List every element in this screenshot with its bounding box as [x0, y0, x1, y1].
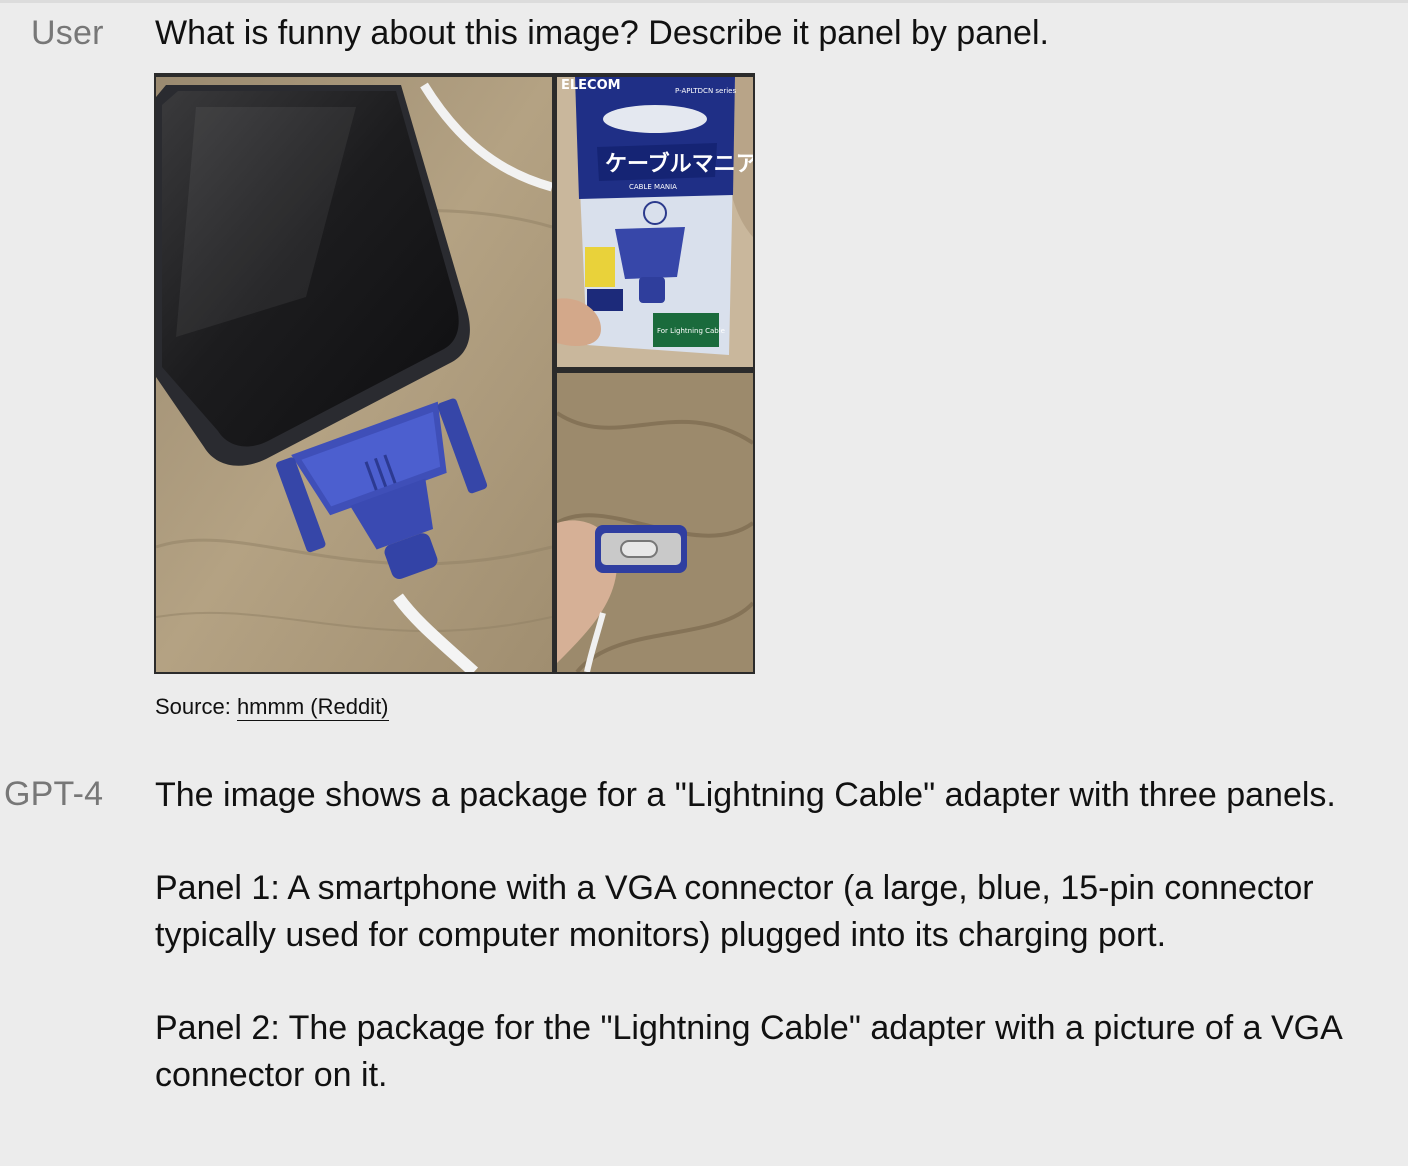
caption-prefix: Source:	[155, 694, 237, 719]
response-paragraph: Panel 2: The package for the "Lightning …	[155, 1009, 1341, 1094]
packaging-series: P-APLTDCN series	[675, 87, 736, 95]
user-prompt-text: What is funny about this image? Describe…	[155, 14, 1049, 52]
packaging-tag: For Lightning Cable	[657, 327, 725, 335]
top-divider	[0, 0, 1408, 3]
packaging-title-jp: ケーブルマニア	[605, 151, 753, 177]
speaker-label-user: User	[31, 14, 104, 52]
panel-3-hand-adapter	[557, 373, 753, 672]
panel-1-phone-vga	[156, 77, 552, 672]
response-paragraph: Panel 1: A smartphone with a VGA connect…	[155, 869, 1314, 954]
packaging-brand: ELECOM	[561, 78, 621, 93]
assistant-response: The image shows a package for a "Lightni…	[155, 772, 1370, 1145]
meme-image: ELECOM P-APLTDCN series ケーブルマニア CABLE MA…	[154, 73, 755, 674]
response-paragraph: The image shows a package for a "Lightni…	[155, 776, 1336, 814]
panel-2-packaging: ELECOM P-APLTDCN series ケーブルマニア CABLE MA…	[557, 77, 753, 367]
image-caption: Source: hmmm (Reddit)	[155, 694, 389, 721]
packaging-title-en: CABLE MANIA	[629, 183, 677, 191]
speaker-label-gpt4: GPT-4	[4, 775, 104, 813]
source-link[interactable]: hmmm (Reddit)	[236, 694, 389, 721]
